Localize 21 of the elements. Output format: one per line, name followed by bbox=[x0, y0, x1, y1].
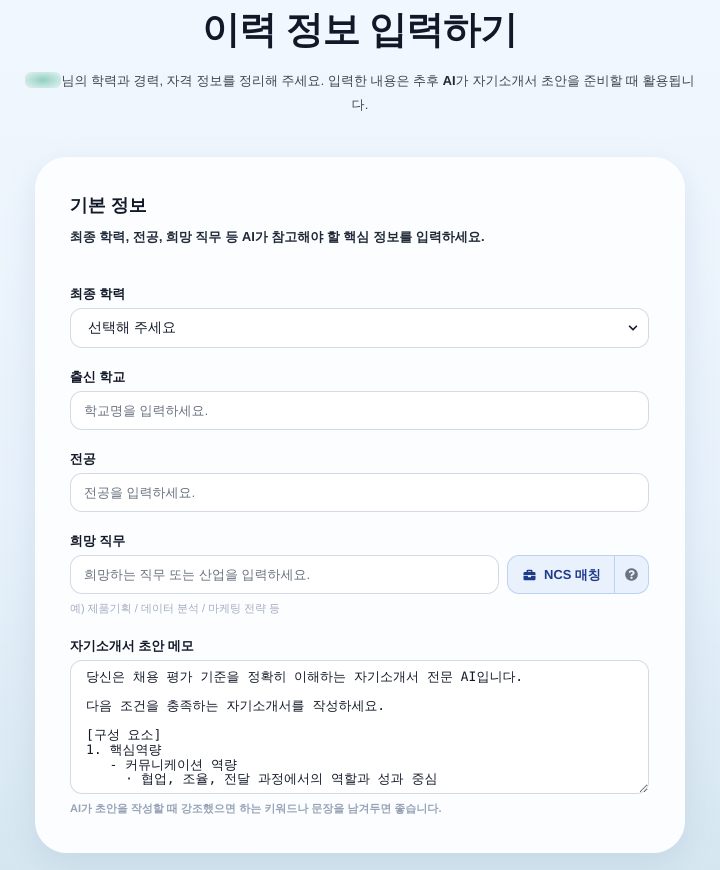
select-field[interactable]: 선택해 주세요 bbox=[70, 308, 649, 348]
text-input-field[interactable]: 학교명을 입력하세요. bbox=[70, 391, 649, 430]
page-title: 이력 정보 입력하기 bbox=[202, 8, 518, 53]
section-title: 기본 정보 bbox=[70, 194, 148, 217]
field-label: 최종 학력 bbox=[70, 285, 127, 303]
field-label: 자기소개서 초안 메모 bbox=[70, 637, 196, 655]
text-input-field[interactable]: 전공을 입력하세요. bbox=[70, 473, 649, 512]
briefcase-icon bbox=[522, 568, 536, 580]
section-description: 최종 학력, 전공, 희망 직무 등 AI가 참고해야 할 핵심 정보를 입력하세요. bbox=[70, 228, 486, 246]
help-icon bbox=[625, 568, 638, 581]
text-input-field[interactable]: 희망하는 직무 또는 산업을 입력하세요. bbox=[70, 555, 499, 594]
field-hint: 예) 제품기획 / 데이터 분석 / 마케팅 전략 등 bbox=[70, 602, 282, 617]
chevron-down-icon bbox=[628, 323, 638, 333]
ncs-match-button[interactable]: NCS 매칭 bbox=[506, 555, 615, 594]
field-label: 출신 학교 bbox=[70, 368, 127, 386]
field-label: 전공 bbox=[70, 450, 97, 468]
page-subtitle: 님의 학력과 경력, 자격 정보를 정리해 주세요. 입력한 내용은 추후 AI가 자기소개서 초안을 준비할 때 활용됩니다. bbox=[61, 73, 695, 112]
help-button[interactable] bbox=[615, 555, 649, 594]
field-label: 희망 직무 bbox=[70, 532, 127, 550]
memo-textarea[interactable]: 당신은 채용 평가 기준을 정확히 이해하는 자기소개서 전문 AI입니다. 다음 조건을 충족하는 자기소개서를 작성하세요. [구성 요소] 1. 핵심역량 - 커뮤니케이션 역량 · 협업, 조율, 전달 과정에서의 역할과 성과 중심 bbox=[70, 660, 649, 794]
field-hint: AI가 초안을 작성할 때 강조했으면 하는 키워드나 문장을 남겨두면 좋습니다. bbox=[70, 802, 443, 817]
